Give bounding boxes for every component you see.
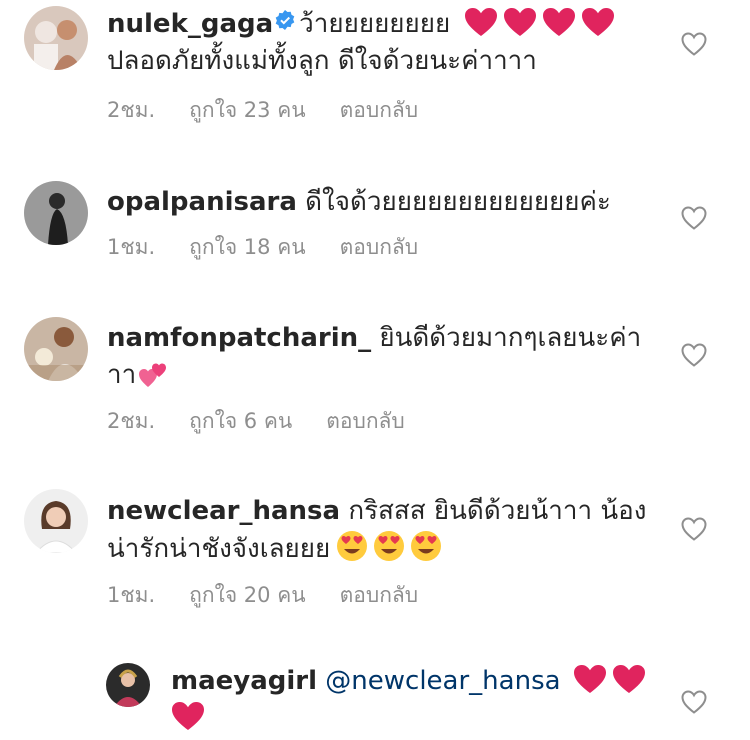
heart-eyes-emoji [410, 530, 442, 562]
timestamp: 1ชม. [107, 235, 156, 259]
comment-body: maeyagirl @newclear_hansa [171, 663, 681, 737]
comment-body: newclear_hansa กริสสส ยินดีด้วยน้าาา น้อ… [107, 493, 687, 568]
verified-badge-icon [275, 10, 295, 30]
heart-emoji [573, 664, 607, 694]
comment-text-line2: ปลอดภัยทั้งแม่ทั้งลูก ดีใจด้วยนะค่าาาา [107, 46, 537, 76]
avatar[interactable] [106, 663, 150, 707]
username[interactable]: newclear_hansa [107, 496, 340, 526]
heart-outline-icon[interactable] [681, 690, 707, 714]
heart-outline-icon[interactable] [681, 206, 707, 230]
avatar[interactable] [24, 6, 88, 70]
comment-meta: 1ชม. ถูกใจ 18 คน ตอบกลับ [107, 233, 418, 261]
comment-text-line2: าา [107, 360, 137, 390]
heart-outline-icon[interactable] [681, 517, 707, 541]
heart-outline-icon[interactable] [681, 32, 707, 56]
timestamp: 2ชม. [107, 409, 156, 433]
heart-emoji [503, 7, 537, 37]
heart-eyes-emoji [336, 530, 368, 562]
heart-eyes-emoji [373, 530, 405, 562]
avatar[interactable] [24, 317, 88, 381]
heart-emoji [171, 701, 205, 731]
comment-text-line2: น่ารักน่าชังจังเลยยย [107, 534, 331, 564]
mention-link[interactable]: @newclear_hansa [325, 666, 560, 696]
heart-outline-icon[interactable] [681, 343, 707, 367]
comment-meta: 2ชม. ถูกใจ 23 คน ตอบกลับ [107, 96, 418, 124]
reply-button[interactable]: ตอบกลับ [340, 233, 419, 261]
avatar[interactable] [24, 489, 88, 553]
reply-button[interactable]: ตอบกลับ [326, 407, 405, 435]
timestamp: 2ชม. [107, 98, 156, 122]
username[interactable]: maeyagirl [171, 666, 317, 696]
comment-text: ว้ายยยยยยยย [299, 9, 451, 39]
comment-body: nulek_gaga ว้ายยยยยยยย ปลอดภัยทั้งแม่ทั้ง… [107, 6, 687, 80]
username[interactable]: nulek_gaga [107, 9, 273, 39]
comment-body: namfonpatcharin_ ยินดีด้วยมากๆเลยนะค่า า… [107, 320, 667, 394]
likes-count[interactable]: ถูกใจ 20 คน [189, 581, 305, 609]
comment-meta: 1ชม. ถูกใจ 20 คน ตอบกลับ [107, 581, 418, 609]
comment-body: opalpanisara ดีใจด้วยยยยยยยยยยยยยค่ะ [107, 184, 687, 221]
reply-button[interactable]: ตอบกลับ [340, 96, 419, 124]
likes-count[interactable]: ถูกใจ 18 คน [189, 233, 305, 261]
comment-text: ดีใจด้วยยยยยยยยยยยยยค่ะ [305, 187, 611, 217]
reply-button[interactable]: ตอบกลับ [340, 581, 419, 609]
two-hearts-emoji [138, 362, 168, 388]
heart-emoji [612, 664, 646, 694]
comment-text: ยินดีด้วยมากๆเลยนะค่า [379, 323, 642, 353]
likes-count[interactable]: ถูกใจ 23 คน [189, 96, 305, 124]
comment-meta: 2ชม. ถูกใจ 6 คน ตอบกลับ [107, 407, 405, 435]
heart-emoji [464, 7, 498, 37]
username[interactable]: namfonpatcharin_ [107, 323, 371, 353]
likes-count[interactable]: ถูกใจ 6 คน [189, 407, 292, 435]
username[interactable]: opalpanisara [107, 187, 297, 217]
comment-text: กริสสส ยินดีด้วยน้าาา น้อง [348, 496, 647, 526]
timestamp: 1ชม. [107, 583, 156, 607]
heart-emoji [542, 7, 576, 37]
heart-emoji [581, 7, 615, 37]
avatar[interactable] [24, 181, 88, 245]
